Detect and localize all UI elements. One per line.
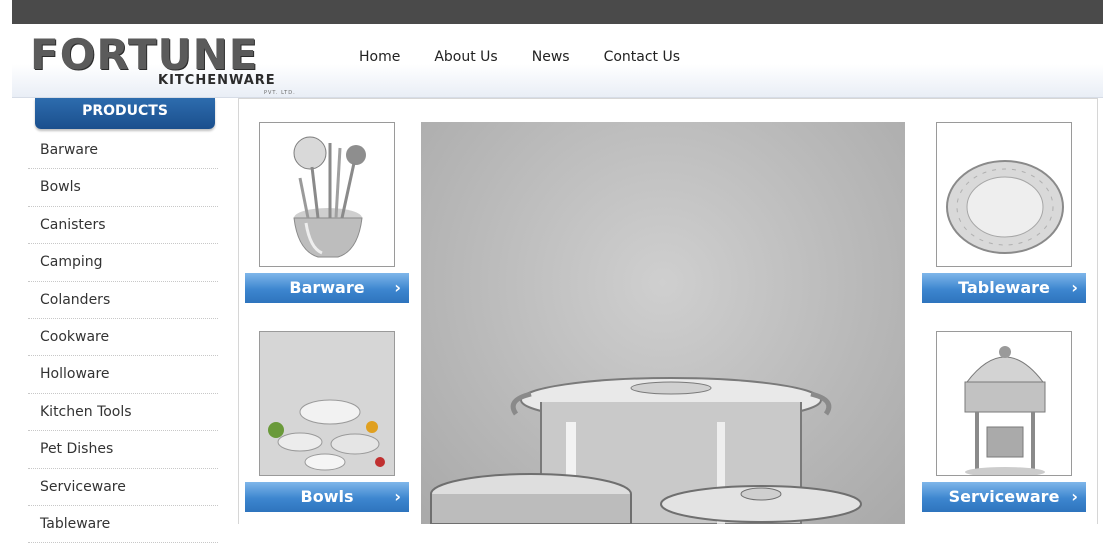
platter-image (946, 160, 1064, 254)
sidebar-item-canisters[interactable]: Canisters (28, 207, 218, 245)
chevron-right-icon: › (394, 487, 401, 506)
nav-home[interactable]: Home (359, 49, 400, 65)
sidebar-item-pet-dishes[interactable]: Pet Dishes (28, 431, 218, 469)
nav-news[interactable]: News (532, 49, 570, 65)
products-list: Barware Bowls Canisters Camping Colander… (28, 132, 218, 543)
products-sidebar: PRODUCTS Barware Bowls Canisters Camping… (28, 98, 230, 543)
logo-sub-text: KITCHENWARE (158, 73, 276, 88)
serviceware-button-label: Serviceware (948, 487, 1060, 506)
serviceware-thumbnail[interactable] (936, 331, 1072, 476)
bowls-thumbnail[interactable] (259, 331, 395, 476)
main-nav: Home About Us News Contact Us (359, 49, 714, 65)
sidebar-item-holloware[interactable]: Holloware (28, 356, 218, 394)
chevron-right-icon: › (1071, 278, 1078, 297)
fortune-kitchenware-logo[interactable]: FORTUNE KITCHENWARE PVT. LTD. (30, 30, 320, 97)
logo-main-text: FORTUNE (30, 30, 259, 79)
sidebar-item-bowls[interactable]: Bowls (28, 169, 218, 207)
serviceware-category-button[interactable]: Serviceware › (922, 482, 1086, 512)
cookware-hero-image (421, 122, 905, 524)
nav-about-us[interactable]: About Us (434, 49, 497, 65)
bowls-category-button[interactable]: Bowls › (245, 482, 409, 512)
barware-category-button[interactable]: Barware › (245, 273, 409, 303)
barware-button-label: Barware (289, 278, 365, 297)
nav-contact-us[interactable]: Contact Us (604, 49, 680, 65)
sidebar-item-kitchen-tools[interactable]: Kitchen Tools (28, 394, 218, 432)
sidebar-item-colanders[interactable]: Colanders (28, 282, 218, 319)
site-header: FORTUNE KITCHENWARE PVT. LTD. Home About… (12, 24, 1103, 98)
tableware-button-label: Tableware (958, 278, 1050, 297)
barware-thumbnail[interactable] (259, 122, 395, 267)
top-bar (12, 0, 1103, 24)
tableware-thumbnail[interactable] (936, 122, 1072, 267)
chevron-right-icon: › (394, 278, 401, 297)
bowls-button-label: Bowls (300, 487, 354, 506)
sidebar-item-serviceware[interactable]: Serviceware (28, 469, 218, 506)
chevron-right-icon: › (1071, 487, 1078, 506)
tableware-category-button[interactable]: Tableware › (922, 273, 1086, 303)
sidebar-item-barware[interactable]: Barware (28, 132, 218, 170)
sidebar-item-camping[interactable]: Camping (28, 244, 218, 282)
logo-pvt-text: PVT. LTD. (264, 90, 296, 96)
bowls-image (260, 332, 394, 475)
sidebar-item-tableware[interactable]: Tableware (28, 506, 218, 543)
sidebar-item-cookware[interactable]: Cookware (28, 319, 218, 357)
stock-pots-image (430, 377, 862, 524)
products-heading: PRODUCTS (35, 98, 215, 129)
bar-tools-image (293, 136, 366, 258)
chafing-dish-image (964, 346, 1046, 475)
